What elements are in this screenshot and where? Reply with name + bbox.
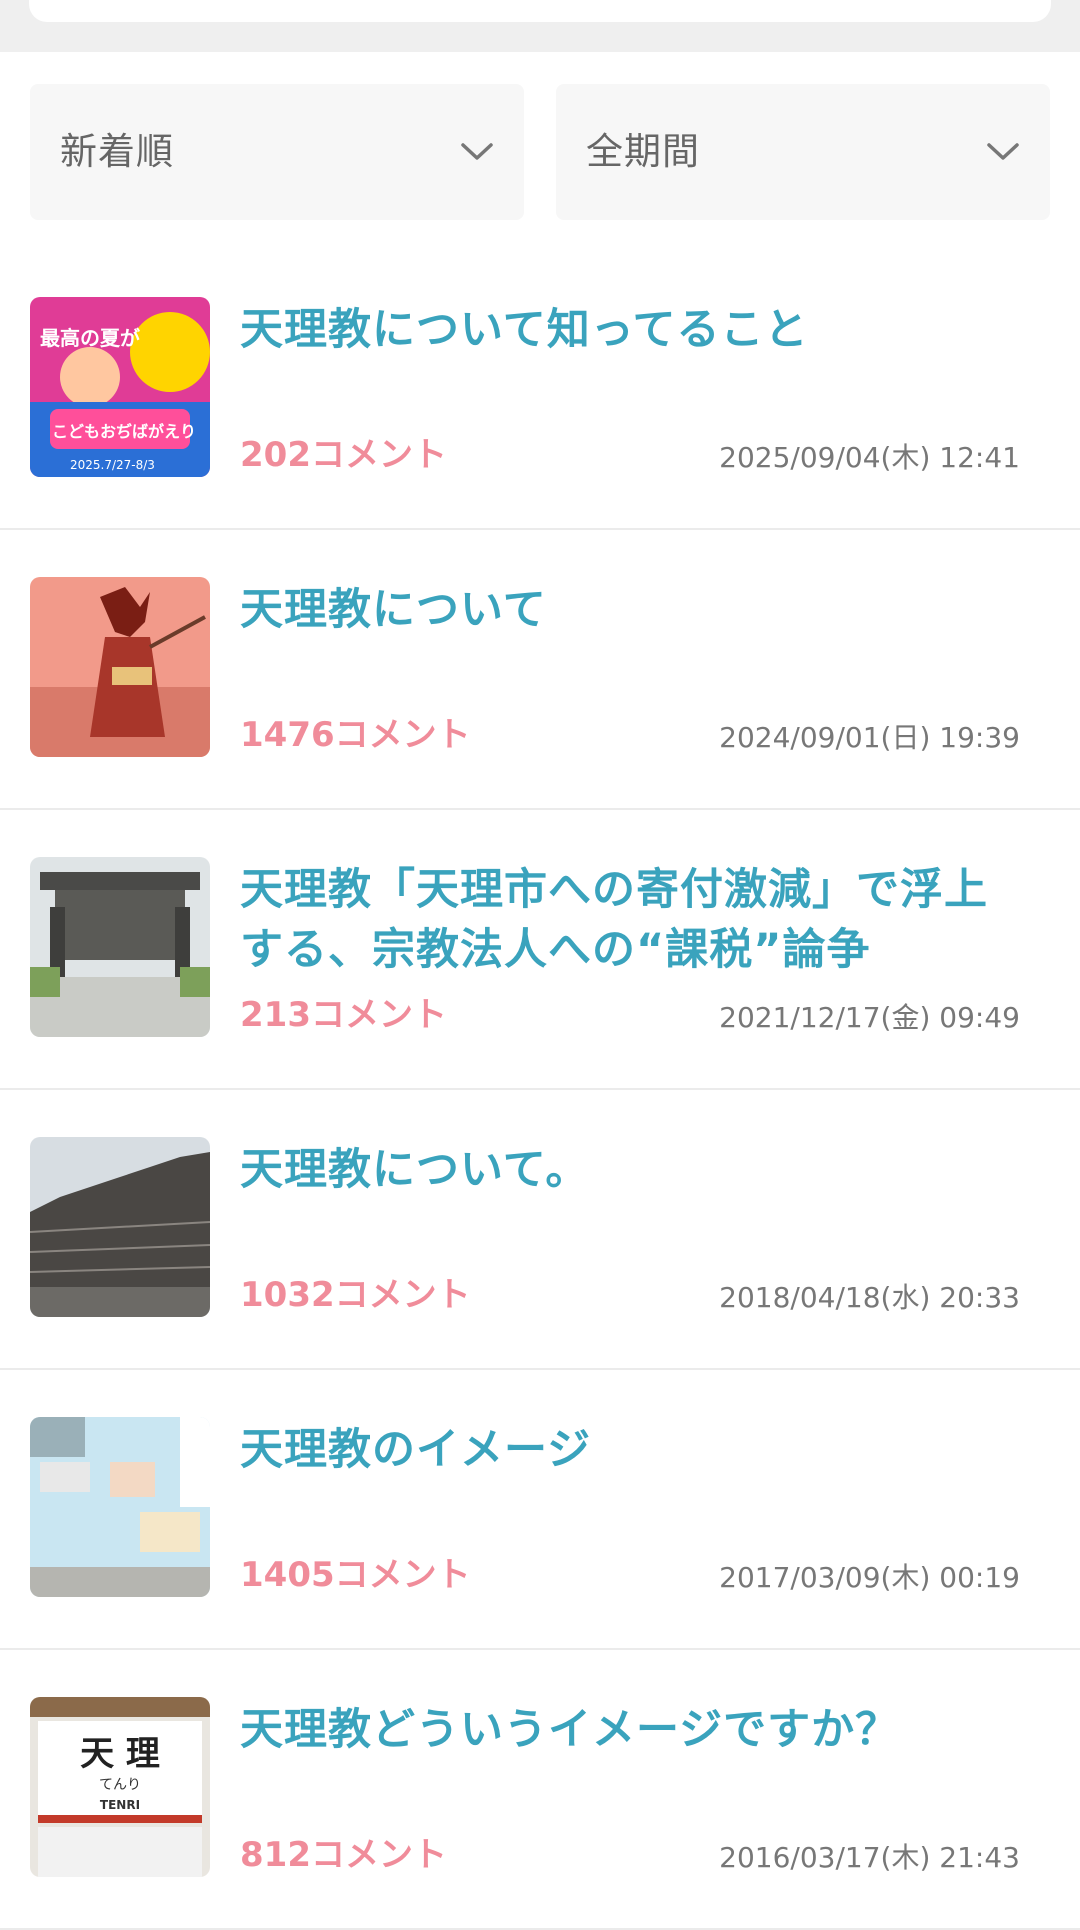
poster-top-text: 最高の夏が	[40, 326, 140, 350]
topic-thumbnail-station-sign[interactable]: 天 理 てんり TENRI	[30, 1697, 210, 1877]
sign-kana-text: てんり	[99, 1777, 141, 1793]
post-date: 2025/09/04(木) 12:41	[719, 441, 1020, 474]
comment-count: 1405コメント	[240, 1555, 471, 1595]
poster-date-text: 2025.7/27-8/3	[70, 458, 155, 472]
topic-row[interactable]: 天 理 てんり TENRI 天理教どういうイメージですか？ 812コメント 20…	[0, 1650, 1080, 1930]
post-date: 2016/03/17(木) 21:43	[719, 1841, 1020, 1874]
topic-title[interactable]: 天理教のイメージ	[240, 1420, 1030, 1480]
topic-row[interactable]: 最高の夏が こどもおぢばがえり 2025.7/27-8/3 天理教について知って…	[0, 250, 1080, 530]
topic-thumbnail-photo[interactable]	[30, 1137, 210, 1317]
topic-title[interactable]: 天理教について	[240, 580, 1030, 640]
comment-count: 1476コメント	[240, 715, 471, 755]
period-select[interactable]: 全期間	[556, 84, 1050, 220]
topic-title[interactable]: 天理教「天理市への寄付激減」で浮上する、宗教法人への“課税”論争	[240, 860, 1030, 980]
topic-row[interactable]: 天理教について。 1032コメント 2018/04/18(水) 20:33	[0, 1090, 1080, 1370]
poster-main-text: こどもおぢばがえり	[52, 422, 196, 441]
filter-bar: 新着順 全期間	[0, 52, 1080, 232]
topic-title[interactable]: 天理教について知ってること	[240, 300, 1030, 360]
post-date: 2017/03/09(木) 00:19	[719, 1561, 1020, 1594]
search-box[interactable]	[29, 0, 1051, 22]
topic-title[interactable]: 天理教どういうイメージですか？	[240, 1700, 1030, 1760]
sort-select[interactable]: 新着順	[30, 84, 524, 220]
topic-row[interactable]: 天理教について 1476コメント 2024/09/01(日) 19:39	[0, 530, 1080, 810]
topic-thumbnail-poster[interactable]: 最高の夏が こどもおぢばがえり 2025.7/27-8/3	[30, 297, 210, 477]
comment-count: 812コメント	[240, 1835, 447, 1875]
topic-row[interactable]: 天理教のイメージ 1405コメント 2017/03/09(木) 00:19	[0, 1370, 1080, 1650]
period-select-label: 全期間	[586, 130, 700, 173]
topic-thumbnail-brochure[interactable]	[30, 1417, 210, 1597]
topic-title[interactable]: 天理教について。	[240, 1140, 1030, 1200]
topic-row[interactable]: 天理教「天理市への寄付激減」で浮上する、宗教法人への“課税”論争 213コメント…	[0, 810, 1080, 1090]
sort-select-label: 新着順	[60, 130, 174, 173]
comment-count: 1032コメント	[240, 1275, 471, 1315]
top-bar	[0, 0, 1080, 52]
post-date: 2024/09/01(日) 19:39	[719, 721, 1020, 754]
topic-thumbnail-illustration[interactable]	[30, 577, 210, 757]
post-date: 2021/12/17(金) 09:49	[719, 1001, 1020, 1034]
topic-thumbnail-photo[interactable]	[30, 857, 210, 1037]
post-date: 2018/04/18(水) 20:33	[719, 1281, 1020, 1314]
sign-roman-text: TENRI	[100, 1798, 140, 1812]
comment-count: 213コメント	[240, 995, 447, 1035]
sign-kanji-text: 天 理	[80, 1734, 160, 1774]
chevron-down-icon	[461, 143, 493, 160]
chevron-down-icon	[987, 143, 1019, 160]
comment-count: 202コメント	[240, 435, 447, 475]
